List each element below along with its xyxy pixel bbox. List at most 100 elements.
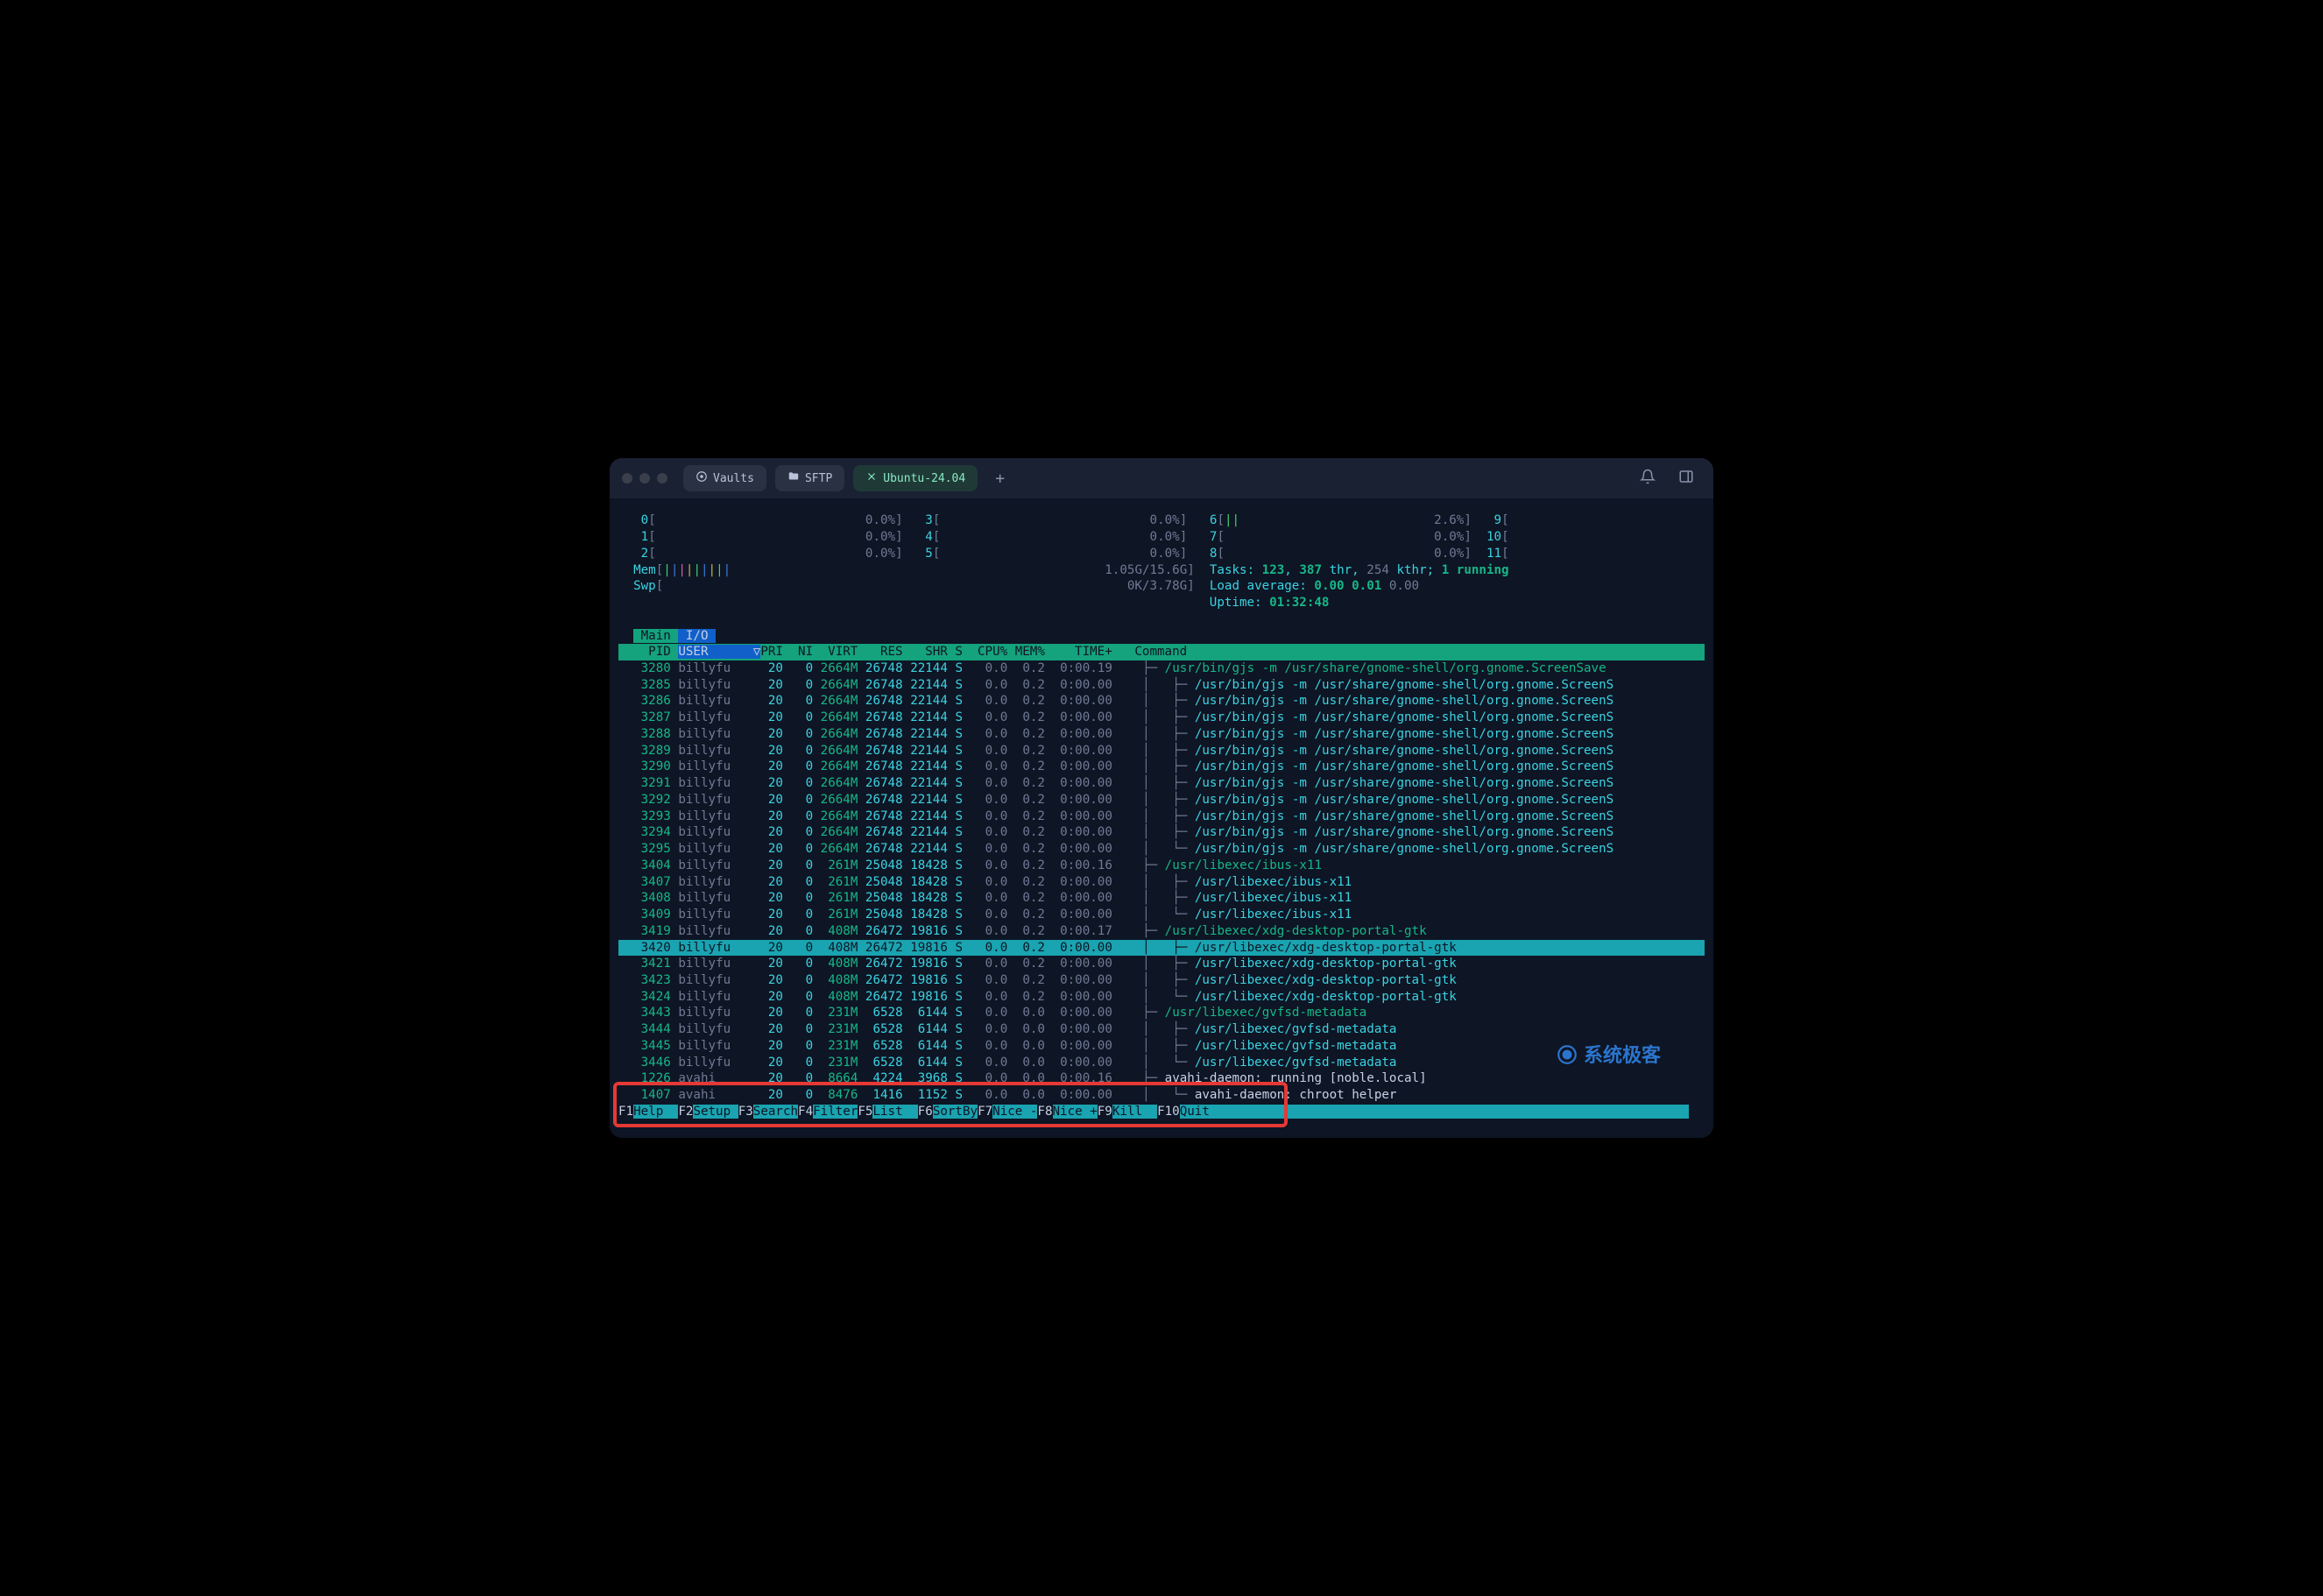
pid: 3294 <box>618 825 671 839</box>
fkey-f5-label[interactable]: List <box>872 1105 917 1119</box>
state: S <box>955 973 963 987</box>
process-row[interactable]: 3294 billyfu 20 0 2664M 26748 22144 S 0.… <box>618 825 1613 839</box>
pid: 3291 <box>618 776 671 790</box>
fkey-f8[interactable]: F8 <box>1037 1105 1052 1119</box>
traffic-close-icon[interactable] <box>622 473 632 484</box>
process-row[interactable]: 3445 billyfu 20 0 231M 6528 6144 S 0.0 0… <box>618 1039 1396 1053</box>
fkey-f2[interactable]: F2 <box>678 1105 693 1119</box>
ni: 0 <box>790 1039 813 1053</box>
process-row[interactable]: 1407 avahi 20 0 8476 1416 1152 S 0.0 0.0… <box>618 1088 1396 1102</box>
terminal[interactable]: 0[ 0.0%] 3[ 0.0%] 6[|| 2.6%] 9[ 0.0%] 1[… <box>610 498 1713 1119</box>
tab-io[interactable]: I/O <box>678 629 716 643</box>
traffic-max-icon[interactable] <box>657 473 667 484</box>
state: S <box>955 744 963 758</box>
tab-sftp[interactable]: SFTP <box>775 465 844 491</box>
command: /usr/bin/gjs -m /usr/share/gnome-shell/o… <box>1195 759 1613 773</box>
res: 26472 <box>865 941 903 955</box>
fkey-f4-label[interactable]: Filter <box>813 1105 858 1119</box>
traffic-min-icon[interactable] <box>639 473 650 484</box>
process-row[interactable]: 3289 billyfu 20 0 2664M 26748 22144 S 0.… <box>618 744 1613 758</box>
pri: 20 <box>760 875 783 889</box>
fkey-f9[interactable]: F9 <box>1098 1105 1112 1119</box>
fkey-f3[interactable]: F3 <box>738 1105 753 1119</box>
command: /usr/libexec/xdg-desktop-portal-gtk <box>1195 990 1457 1004</box>
process-row[interactable]: 3424 billyfu 20 0 408M 26472 19816 S 0.0… <box>618 990 1457 1004</box>
fkey-f10-label[interactable]: Quit <box>1180 1105 1225 1119</box>
tab-vaults[interactable]: Vaults <box>683 465 766 491</box>
pid: 3290 <box>618 759 671 773</box>
ni: 0 <box>790 694 813 708</box>
user: billyfu <box>678 710 760 724</box>
virt: 408M <box>821 941 858 955</box>
process-row[interactable]: 3421 billyfu 20 0 408M 26472 19816 S 0.0… <box>618 957 1457 971</box>
shr: 22144 <box>910 809 948 823</box>
command: avahi-daemon: chroot helper <box>1195 1088 1397 1102</box>
fkey-f5[interactable]: F5 <box>858 1105 872 1119</box>
process-row[interactable]: 3288 billyfu 20 0 2664M 26748 22144 S 0.… <box>618 727 1613 741</box>
command: /usr/bin/gjs -m /usr/share/gnome-shell/o… <box>1195 744 1613 758</box>
pri: 20 <box>760 973 783 987</box>
fkey-f7-label[interactable]: Nice - <box>992 1105 1037 1119</box>
fkey-f1[interactable]: F1 <box>618 1105 633 1119</box>
process-header[interactable]: PID USER ▽PRI NI VIRT RES SHR S CPU% MEM… <box>618 644 1705 660</box>
fkey-f3-label[interactable]: Search <box>753 1105 798 1119</box>
ni: 0 <box>790 891 813 905</box>
state: S <box>955 891 963 905</box>
tab-ubuntu-24-04[interactable]: Ubuntu-24.04 <box>853 465 978 491</box>
cpu: 0.0 <box>971 1006 1008 1020</box>
process-row[interactable]: 3408 billyfu 20 0 261M 25048 18428 S 0.0… <box>618 891 1352 905</box>
command: /usr/bin/gjs -m /usr/share/gnome-shell/o… <box>1195 793 1613 807</box>
process-row[interactable]: 3409 billyfu 20 0 261M 25048 18428 S 0.0… <box>618 907 1352 922</box>
shr: 22144 <box>910 793 948 807</box>
fkey-f7[interactable]: F7 <box>978 1105 992 1119</box>
fkey-f6-label[interactable]: SortBy <box>933 1105 978 1119</box>
bell-icon[interactable] <box>1633 465 1663 491</box>
res: 26748 <box>865 678 903 692</box>
process-row[interactable]: 3404 billyfu 20 0 261M 25048 18428 S 0.0… <box>618 858 1322 872</box>
virt: 231M <box>821 1006 858 1020</box>
process-row[interactable]: 3444 billyfu 20 0 231M 6528 6144 S 0.0 0… <box>618 1022 1396 1036</box>
process-row[interactable]: 3446 billyfu 20 0 231M 6528 6144 S 0.0 0… <box>618 1056 1396 1070</box>
fkey-f2-label[interactable]: Setup <box>693 1105 738 1119</box>
process-row[interactable]: 3407 billyfu 20 0 261M 25048 18428 S 0.0… <box>618 875 1352 889</box>
process-row[interactable]: 3295 billyfu 20 0 2664M 26748 22144 S 0.… <box>618 842 1613 856</box>
process-row[interactable]: 1226 avahi 20 0 8664 4224 3968 S 0.0 0.0… <box>618 1071 1427 1085</box>
virt: 2664M <box>821 727 858 741</box>
cpu: 0.0 <box>971 793 1008 807</box>
fkey-f6[interactable]: F6 <box>918 1105 933 1119</box>
process-row[interactable]: 3293 billyfu 20 0 2664M 26748 22144 S 0.… <box>618 809 1613 823</box>
new-tab-button[interactable]: + <box>986 466 1013 491</box>
pri: 20 <box>760 842 783 856</box>
fkey-f4[interactable]: F4 <box>798 1105 813 1119</box>
user: billyfu <box>678 793 760 807</box>
ni: 0 <box>790 924 813 938</box>
process-row-selected[interactable]: 3420 billyfu 20 0 408M 26472 19816 S 0.0… <box>618 940 1705 957</box>
fkey-f1-label[interactable]: Help <box>633 1105 678 1119</box>
process-row[interactable]: 3286 billyfu 20 0 2664M 26748 22144 S 0.… <box>618 694 1613 708</box>
process-row[interactable]: 3285 billyfu 20 0 2664M 26748 22144 S 0.… <box>618 678 1613 692</box>
pri: 20 <box>760 776 783 790</box>
process-row[interactable]: 3292 billyfu 20 0 2664M 26748 22144 S 0.… <box>618 793 1613 807</box>
time: 0:00.00 <box>1053 710 1112 724</box>
tab-main[interactable]: Main <box>633 629 678 643</box>
process-row[interactable]: 3280 billyfu 20 0 2664M 26748 22144 S 0.… <box>618 661 1606 675</box>
process-row[interactable]: 3419 billyfu 20 0 408M 26472 19816 S 0.0… <box>618 924 1427 938</box>
fkey-f8-label[interactable]: Nice + <box>1053 1105 1098 1119</box>
process-row[interactable]: 3423 billyfu 20 0 408M 26472 19816 S 0.0… <box>618 973 1457 987</box>
sidebar-icon[interactable] <box>1671 465 1701 491</box>
fkey-f10[interactable]: F10 <box>1157 1105 1180 1119</box>
pid: 3287 <box>618 710 671 724</box>
process-row[interactable]: 3290 billyfu 20 0 2664M 26748 22144 S 0.… <box>618 759 1613 773</box>
process-row[interactable]: 3287 billyfu 20 0 2664M 26748 22144 S 0.… <box>618 710 1613 724</box>
cpu-meter-0-value: 0.0% <box>858 513 895 527</box>
res: 6528 <box>865 1056 903 1070</box>
command: /usr/libexec/gvfsd-metadata <box>1195 1056 1397 1070</box>
shr: 22144 <box>910 842 948 856</box>
process-row[interactable]: 3443 billyfu 20 0 231M 6528 6144 S 0.0 0… <box>618 1006 1366 1020</box>
process-row[interactable]: 3291 billyfu 20 0 2664M 26748 22144 S 0.… <box>618 776 1613 790</box>
virt: 2664M <box>821 744 858 758</box>
mem: 0.2 <box>1015 990 1045 1004</box>
user: billyfu <box>678 957 760 971</box>
fkey-f9-label[interactable]: Kill <box>1112 1105 1157 1119</box>
virt: 231M <box>821 1039 858 1053</box>
